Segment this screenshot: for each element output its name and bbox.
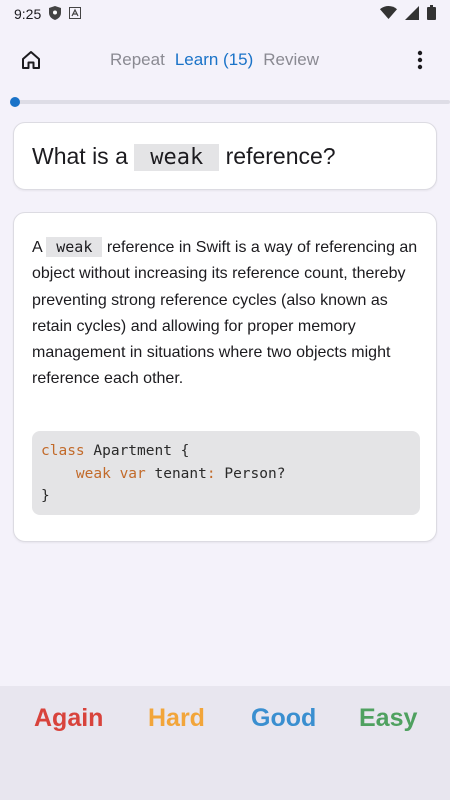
question-prefix: What is a — [32, 143, 128, 169]
code-keyword-weak-var: weak var — [75, 465, 146, 482]
code-keyword-class: class — [41, 443, 85, 459]
more-vert-icon — [417, 50, 423, 75]
shield-icon — [49, 5, 62, 23]
home-button[interactable] — [17, 48, 45, 76]
answer-text: A weak reference in Swift is a way of re… — [32, 234, 424, 393]
question-suffix: reference? — [225, 143, 336, 169]
status-time: 9:25 — [14, 6, 42, 22]
code-block: class Apartment { weak var tenant: Perso… — [32, 431, 420, 515]
answer-body: reference in Swift is a way of referenci… — [32, 239, 418, 388]
good-button[interactable]: Good — [251, 704, 316, 733]
top-app-bar: Repeat Learn (15) Review — [0, 36, 450, 86]
again-button[interactable]: Again — [34, 704, 103, 733]
answer-card: A weak reference in Swift is a way of re… — [13, 212, 437, 542]
status-right — [380, 5, 436, 23]
tab-review[interactable]: Review — [263, 50, 319, 70]
tab-bar: Repeat Learn (15) Review — [110, 50, 319, 70]
a-notification-icon — [69, 6, 82, 22]
tab-learn[interactable]: Learn (15) — [175, 50, 253, 70]
home-icon — [20, 49, 42, 76]
wifi-icon — [380, 6, 397, 22]
tab-repeat[interactable]: Repeat — [110, 50, 165, 70]
status-bar: 9:25 — [0, 0, 450, 28]
hard-button[interactable]: Hard — [148, 704, 205, 733]
signal-icon — [405, 5, 419, 23]
question-card: What is a weak reference? — [13, 122, 437, 190]
answer-prefix: A — [32, 239, 42, 256]
code-type: Person? — [215, 465, 286, 482]
progress-indicator — [10, 97, 20, 107]
code-line1: Apartment { — [84, 443, 190, 459]
code-line3: } — [41, 488, 50, 504]
easy-button[interactable]: Easy — [359, 704, 417, 733]
overflow-menu-button[interactable] — [410, 48, 430, 76]
rating-bar: Again Hard Good Easy — [0, 686, 450, 800]
progress-track — [10, 100, 450, 104]
status-left: 9:25 — [14, 5, 82, 23]
code-name: tenant — [145, 465, 207, 482]
question-code: weak — [134, 144, 220, 171]
answer-code: weak — [46, 237, 103, 257]
battery-icon — [427, 5, 436, 23]
question-text: What is a weak reference? — [32, 143, 336, 171]
code-colon: : — [206, 465, 216, 482]
